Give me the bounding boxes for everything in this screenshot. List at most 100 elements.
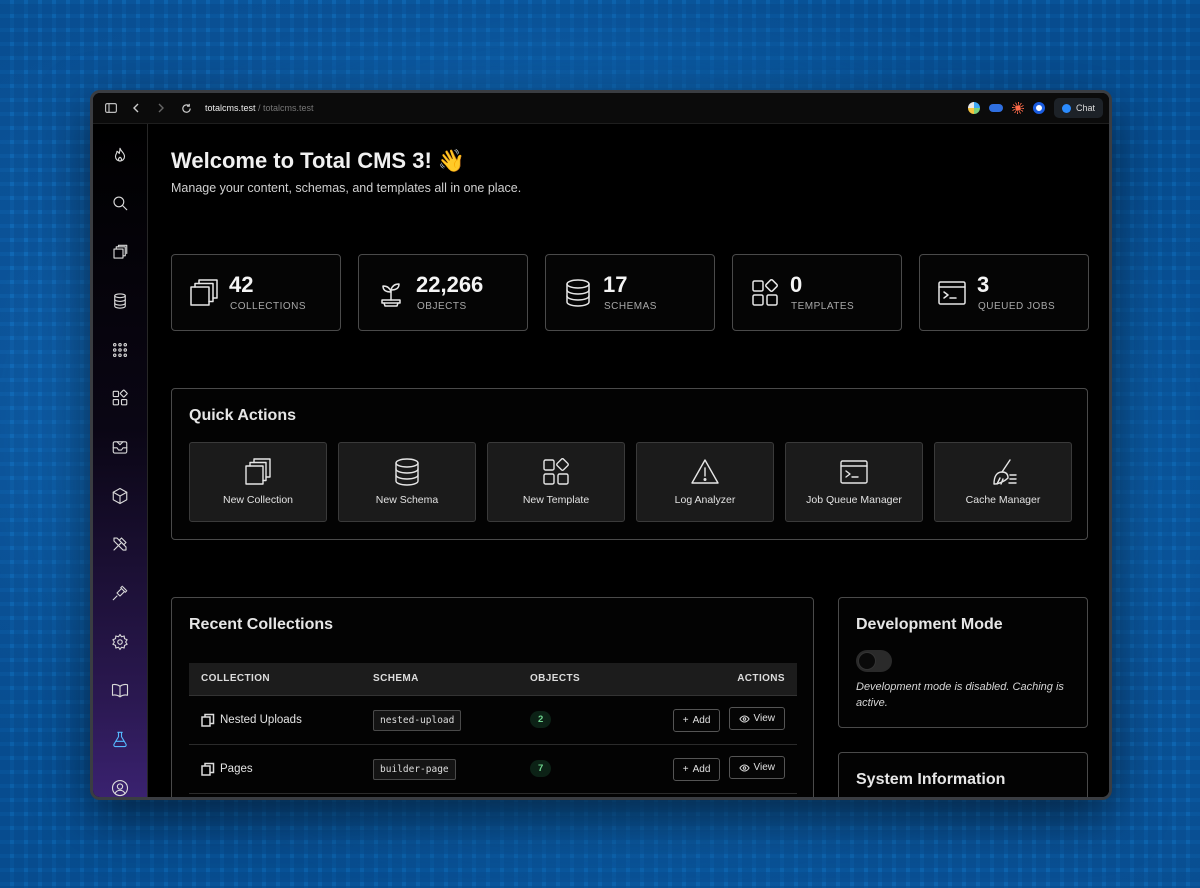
stat-value: 22,266 xyxy=(416,272,484,297)
quick-action-label: Cache Manager xyxy=(965,494,1041,506)
page-title: Welcome to Total CMS 3! 👋 xyxy=(171,148,466,173)
templates-icon[interactable] xyxy=(110,388,130,408)
stat-label: QUEUED JOBS xyxy=(978,301,1056,312)
collection-name: Pages xyxy=(220,762,253,775)
toggle-knob xyxy=(858,652,876,670)
back-icon[interactable] xyxy=(128,100,144,116)
stat-card-schemas[interactable]: 17 SCHEMAS xyxy=(545,254,715,331)
extension-icon[interactable] xyxy=(967,102,980,114)
grid-dots-icon[interactable] xyxy=(110,340,130,360)
reload-icon[interactable] xyxy=(178,100,194,116)
flame-icon[interactable] xyxy=(110,145,130,165)
chat-button[interactable]: Chat xyxy=(1053,98,1103,118)
add-button[interactable]: + Add xyxy=(672,757,721,781)
url-separator: / xyxy=(255,103,264,113)
cache-manager-button[interactable]: Cache Manager xyxy=(934,442,1072,522)
stat-value: 17 xyxy=(603,272,628,297)
view-button[interactable]: View xyxy=(728,707,785,731)
recent-collections-panel: Recent Collections COLLECTION SCHEMA OBJ… xyxy=(171,597,814,797)
stat-label: TEMPLATES xyxy=(791,301,855,312)
chat-button-label: Chat xyxy=(1075,103,1095,113)
collection-cell[interactable]: Pages xyxy=(189,744,361,794)
system-information-title: System Information xyxy=(856,771,1006,788)
stat-card-templates[interactable]: 0 TEMPLATES xyxy=(732,254,902,331)
collections-icon xyxy=(189,278,219,308)
templates-icon xyxy=(488,457,624,487)
quick-action-label: New Template xyxy=(522,494,590,506)
stat-label: COLLECTIONS xyxy=(230,301,307,312)
collection-cell[interactable]: Nested Uploads xyxy=(189,695,361,745)
collections-icon xyxy=(190,457,326,487)
stat-card-collections[interactable]: 42 COLLECTIONS xyxy=(171,254,341,331)
url-path: totalcms.test xyxy=(263,103,314,113)
log-analyzer-button[interactable]: Log Analyzer xyxy=(636,442,774,522)
view-button[interactable]: View xyxy=(728,756,785,780)
objects-cell: 2 xyxy=(518,695,638,745)
stat-card-queued-jobs[interactable]: 3 QUEUED JOBS xyxy=(919,254,1089,331)
tools-icon[interactable] xyxy=(110,534,130,554)
add-button[interactable]: + Add xyxy=(672,708,721,732)
forward-icon[interactable] xyxy=(153,100,169,116)
column-header-objects[interactable]: OBJECTS xyxy=(518,663,638,696)
terminal-icon xyxy=(937,278,967,308)
extensions-area: Chat xyxy=(967,98,1103,118)
collections-icon[interactable] xyxy=(110,242,130,262)
view-button-label: View xyxy=(753,762,776,774)
collection-icon xyxy=(201,713,215,727)
database-icon xyxy=(563,278,593,308)
column-header-collection[interactable]: COLLECTION xyxy=(189,663,361,696)
add-button-label: Add xyxy=(692,714,711,726)
development-mode-panel: Development Mode Development mode is dis… xyxy=(838,597,1088,728)
job-queue-manager-button[interactable]: Job Queue Manager xyxy=(785,442,923,522)
collection-name: Nested Uploads xyxy=(220,713,302,726)
plug-icon[interactable] xyxy=(110,583,130,603)
column-header-schema[interactable]: SCHEMA xyxy=(361,663,518,696)
table-row: Nested Uploads nested-upload 2 + Add View xyxy=(189,695,797,745)
schema-code: nested-upload xyxy=(373,709,462,731)
recent-collections-title: Recent Collections xyxy=(189,616,334,633)
sidebar-nav xyxy=(93,124,148,797)
schema-cell: nested-upload xyxy=(361,695,518,745)
user-icon[interactable] xyxy=(110,778,130,797)
schema-code: builder-page xyxy=(373,758,456,780)
table-header-row: COLLECTION SCHEMA OBJECTS ACTIONS xyxy=(189,663,797,696)
new-collection-button[interactable]: New Collection xyxy=(189,442,327,522)
templates-icon xyxy=(750,278,780,308)
quick-action-label: New Collection xyxy=(222,494,294,506)
development-mode-toggle[interactable] xyxy=(856,650,892,672)
stat-card-objects[interactable]: 22,266 OBJECTS xyxy=(358,254,528,331)
system-information-panel: System Information xyxy=(838,752,1088,797)
stat-value: 42 xyxy=(229,272,254,297)
collection-icon xyxy=(201,762,215,776)
sparkle-extension-icon[interactable] xyxy=(1011,102,1024,114)
terminal-icon xyxy=(786,457,922,487)
url-host: totalcms.test xyxy=(205,103,256,113)
new-schema-button[interactable]: New Schema xyxy=(338,442,476,522)
address-bar[interactable]: totalcms.test / totalcms.test xyxy=(205,103,314,113)
view-button-label: View xyxy=(753,713,776,725)
search-icon[interactable] xyxy=(110,193,130,213)
chat-bubble-icon xyxy=(1061,103,1071,113)
inbox-icon[interactable] xyxy=(110,437,130,457)
object-count-badge: 7 xyxy=(530,760,552,777)
package-icon[interactable] xyxy=(110,486,130,506)
stat-label: SCHEMAS xyxy=(604,301,657,312)
warning-icon xyxy=(637,457,773,487)
book-icon[interactable] xyxy=(110,680,130,700)
flask-icon[interactable] xyxy=(110,729,130,749)
page-subtitle: Manage your content, schemas, and templa… xyxy=(171,181,522,195)
stat-value: 0 xyxy=(790,272,803,297)
sidebar-toggle-icon[interactable] xyxy=(103,100,119,116)
eye-icon xyxy=(738,764,750,772)
plus-icon: + xyxy=(682,714,689,726)
browser-toolbar: totalcms.test / totalcms.test Chat xyxy=(93,93,1109,124)
quick-action-label: Log Analyzer xyxy=(674,494,736,506)
database-icon[interactable] xyxy=(110,291,130,311)
password-extension-icon[interactable] xyxy=(1032,102,1045,114)
objects-cell: 7 xyxy=(518,744,638,794)
plus-icon: + xyxy=(682,763,689,775)
new-template-button[interactable]: New Template xyxy=(487,442,625,522)
gear-icon[interactable] xyxy=(110,632,130,652)
column-header-actions: ACTIONS xyxy=(638,663,797,696)
toggle-extension-icon[interactable] xyxy=(988,104,1003,112)
